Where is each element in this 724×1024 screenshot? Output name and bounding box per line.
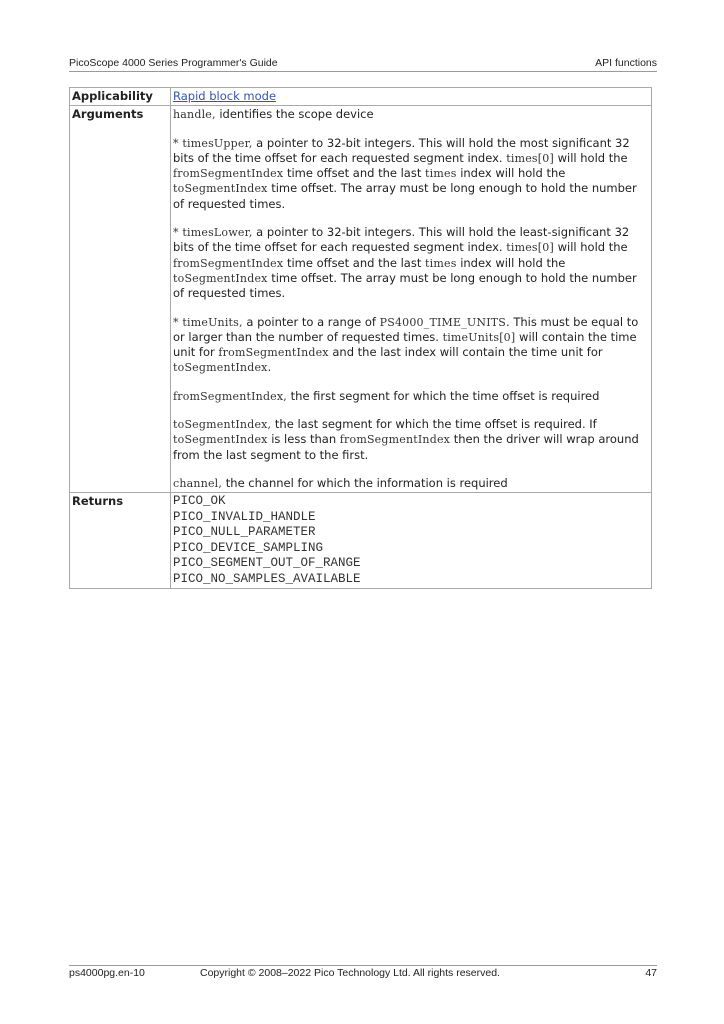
arg-to-segment: toSegmentIndex, the last segment for whi…: [173, 417, 649, 463]
arg-name: * timesLower,: [173, 226, 253, 240]
arg-desc: the channel for which the information is…: [222, 475, 508, 490]
code-ref: times[0]: [506, 241, 554, 255]
arguments-row: Arguments handle, identifies the scope d…: [69, 105, 652, 494]
applicability-label: Applicability: [69, 86, 171, 107]
code-ref: PS4000_TIME_UNITS: [379, 315, 507, 329]
return-code: PICO_NULL_PARAMETER: [173, 525, 316, 540]
code-ref: fromSegmentIndex: [173, 167, 284, 181]
arg-name: fromSegmentIndex,: [173, 389, 287, 403]
arg-handle: handle, identifies the scope device: [173, 107, 649, 122]
code-ref: fromSegmentIndex: [339, 433, 451, 447]
arg-desc: will hold the: [553, 240, 628, 255]
arg-desc: time offset and the last: [283, 166, 426, 181]
rapid-block-mode-link[interactable]: Rapid block mode: [173, 89, 276, 103]
applicability-row: Applicability Rapid block mode: [69, 86, 652, 107]
arg-name: handle,: [173, 108, 216, 122]
arg-desc: is less than: [267, 432, 340, 447]
return-code: PICO_NO_SAMPLES_AVAILABLE: [173, 571, 361, 586]
applicability-cell: Rapid block mode: [170, 86, 652, 107]
doc-id: ps4000pg.en-10: [69, 967, 145, 979]
arg-time-units: * timeUnits, a pointer to a range of PS4…: [173, 315, 649, 376]
code-ref: fromSegmentIndex: [218, 346, 329, 360]
arg-name: * timesUpper,: [173, 136, 253, 150]
arg-desc: index will hold the: [456, 166, 566, 181]
copyright: Copyright © 2008–2022 Pico Technology Lt…: [200, 967, 500, 979]
arg-channel: channel, the channel for which the infor…: [173, 476, 649, 491]
arg-desc: and the last index will contain the time…: [328, 345, 603, 360]
code-ref: toSegmentIndex: [173, 361, 268, 375]
code-ref: toSegmentIndex: [173, 433, 268, 447]
arg-desc: index will hold the: [456, 255, 566, 270]
arg-desc: identifies the scope device: [215, 107, 374, 122]
arg-name: * timeUnits,: [173, 315, 243, 329]
arg-desc: a pointer to a range of: [242, 314, 380, 329]
return-code: PICO_SEGMENT_OUT_OF_RANGE: [173, 556, 361, 571]
section-title: API functions: [595, 57, 657, 69]
code-ref: toSegmentIndex: [173, 271, 268, 285]
arguments-label: Arguments: [69, 105, 171, 494]
returns-row: Returns PICO_OK PICO_INVALID_HANDLE PICO…: [69, 492, 652, 590]
page-number: 47: [645, 967, 657, 979]
code-ref: toSegmentIndex: [173, 182, 268, 196]
arg-desc: .: [267, 360, 272, 375]
footer-rule: [69, 965, 657, 966]
code-ref: times: [425, 167, 457, 181]
code-ref: times: [425, 256, 457, 270]
arg-name: toSegmentIndex,: [173, 418, 272, 432]
returns-label: Returns: [69, 492, 171, 590]
code-ref: times[0]: [506, 151, 554, 165]
return-code: PICO_DEVICE_SAMPLING: [173, 540, 324, 555]
arg-desc: the last segment for which the time offs…: [271, 417, 597, 432]
api-table: Applicability Rapid block mode Arguments…: [69, 86, 652, 590]
return-code: PICO_INVALID_HANDLE: [173, 509, 316, 524]
arguments-cell: handle, identifies the scope device * ti…: [170, 105, 652, 494]
arg-desc: the first segment for which the time off…: [287, 388, 600, 403]
code-ref: timeUnits[0]: [442, 330, 516, 344]
arg-name: channel,: [173, 476, 223, 490]
return-code: PICO_OK: [173, 494, 226, 509]
arg-times-lower: * timesLower, a pointer to 32-bit intege…: [173, 225, 649, 301]
arg-times-upper: * timesUpper, a pointer to 32-bit intege…: [173, 136, 649, 212]
returns-cell: PICO_OK PICO_INVALID_HANDLE PICO_NULL_PA…: [170, 492, 652, 590]
header-rule: [69, 71, 657, 72]
arg-from-segment: fromSegmentIndex, the first segment for …: [173, 389, 649, 404]
doc-title: PicoScope 4000 Series Programmer's Guide: [69, 57, 278, 69]
arg-desc: time offset and the last: [283, 255, 426, 270]
code-ref: fromSegmentIndex: [173, 256, 284, 270]
arg-desc: will hold the: [553, 150, 628, 165]
